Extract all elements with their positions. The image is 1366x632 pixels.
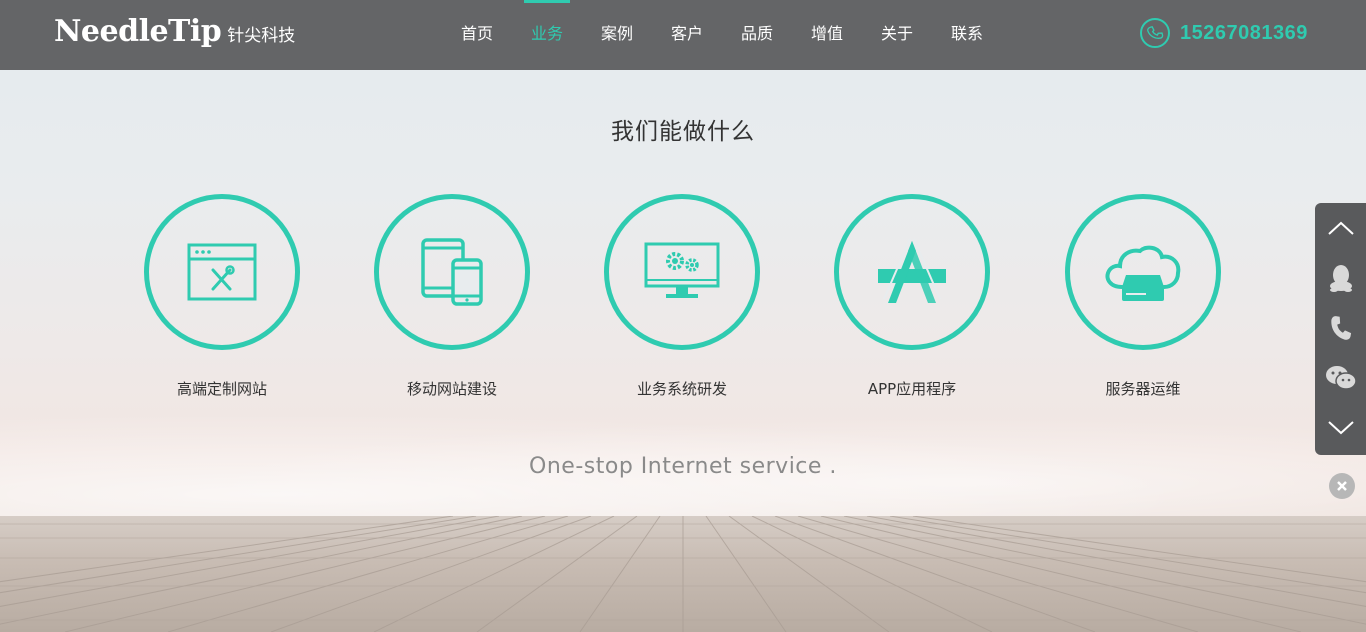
service-app-development[interactable]: APP应用程序	[832, 194, 992, 399]
service-circle	[1065, 194, 1221, 350]
side-toolbar	[1315, 203, 1366, 455]
qq-icon	[1329, 265, 1352, 292]
nav-item-about[interactable]: 关于	[862, 0, 932, 70]
nav-item-clients[interactable]: 客户	[652, 0, 722, 70]
scroll-down-button[interactable]	[1315, 403, 1366, 453]
nav-item-cases[interactable]: 案例	[582, 0, 652, 70]
section-title: 我们能做什么	[611, 119, 755, 145]
service-label: 服务器运维	[1105, 380, 1181, 398]
cloud-server-icon	[1105, 245, 1181, 301]
nav-item-quality[interactable]: 品质	[722, 0, 792, 70]
nav-item-value-added[interactable]: 增值	[792, 0, 862, 70]
monitor-gears-icon	[644, 242, 720, 298]
service-label: APP应用程序	[867, 380, 957, 398]
close-icon	[1337, 481, 1347, 491]
phone-button[interactable]	[1315, 303, 1366, 353]
close-toolbar-button[interactable]	[1329, 473, 1355, 499]
browser-tools-icon	[187, 243, 257, 301]
chevron-up-icon	[1327, 221, 1354, 235]
service-circle	[144, 194, 300, 350]
header-phone[interactable]: 15267081369	[1140, 18, 1308, 48]
service-business-system[interactable]: 业务系统研发	[602, 194, 762, 399]
nav-item-contact[interactable]: 联系	[932, 0, 1002, 70]
qq-button[interactable]	[1315, 253, 1366, 303]
wechat-icon	[1325, 366, 1357, 390]
app-store-icon	[878, 238, 946, 303]
service-server-ops[interactable]: 服务器运维	[1063, 194, 1223, 399]
service-circle	[834, 194, 990, 350]
phone-number: 15267081369	[1180, 21, 1308, 44]
service-label: 业务系统研发	[636, 380, 727, 398]
wooden-floor	[0, 516, 1366, 632]
service-custom-website[interactable]: 高端定制网站	[142, 194, 302, 399]
scroll-up-button[interactable]	[1315, 203, 1366, 253]
main-nav: 首页 业务 案例 客户 品质 增值 关于 联系	[442, 0, 1002, 70]
logo[interactable]: NeedleTip 针尖科技	[54, 14, 295, 54]
phone-icon	[1140, 18, 1170, 48]
chevron-down-icon	[1327, 421, 1354, 435]
nav-item-home[interactable]: 首页	[442, 0, 512, 70]
wechat-button[interactable]	[1315, 353, 1366, 403]
tagline: One-stop Internet service .	[529, 454, 837, 479]
logo-name-cn: 针尖科技	[227, 26, 296, 46]
service-label: 高端定制网站	[176, 380, 267, 398]
phone-icon	[1330, 316, 1351, 340]
tablet-phone-icon	[421, 238, 483, 306]
service-circle	[604, 194, 760, 350]
logo-name-en: NeedleTip	[54, 14, 222, 49]
nav-item-business[interactable]: 业务	[512, 0, 582, 70]
service-mobile-website[interactable]: 移动网站建设	[372, 194, 532, 399]
service-circle	[374, 194, 530, 350]
top-header: NeedleTip 针尖科技 首页 业务 案例 客户 品质 增值 关于 联系 1…	[0, 0, 1366, 70]
service-label: 移动网站建设	[406, 380, 497, 398]
